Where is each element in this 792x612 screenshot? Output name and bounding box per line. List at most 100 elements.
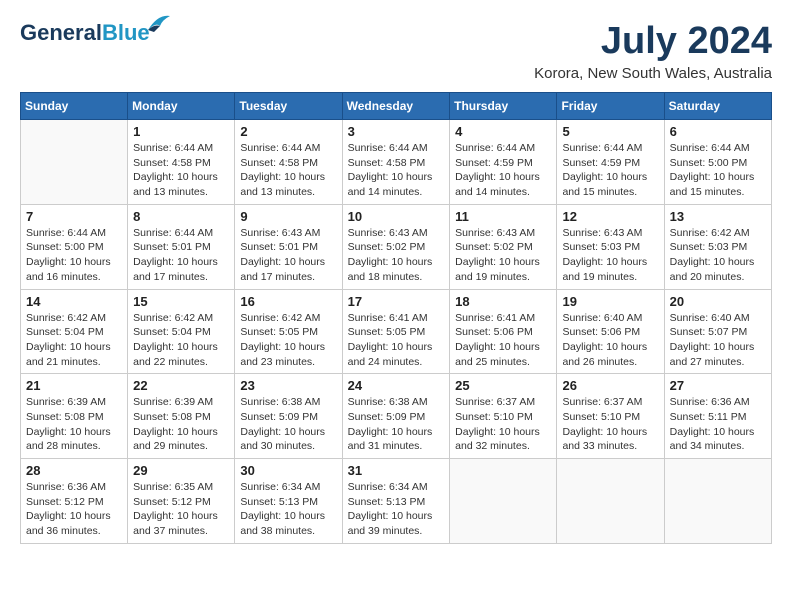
day-number: 19	[562, 294, 658, 309]
day-info: Sunrise: 6:37 AMSunset: 5:10 PMDaylight:…	[455, 395, 551, 454]
calendar-week-row: 1 Sunrise: 6:44 AMSunset: 4:58 PMDaylight…	[21, 120, 772, 205]
weekday-header-tuesday: Tuesday	[235, 93, 342, 120]
calendar-cell: 13 Sunrise: 6:42 AMSunset: 5:03 PMDayligh…	[664, 204, 771, 289]
calendar-table: SundayMondayTuesdayWednesdayThursdayFrid…	[20, 92, 772, 544]
calendar-cell: 9Sunrise: 6:43 AMSunset: 5:01 PMDaylight…	[235, 204, 342, 289]
calendar-cell	[557, 459, 664, 544]
day-info: Sunrise: 6:44 AMSunset: 4:59 PMDaylight:…	[562, 141, 658, 200]
calendar-cell: 15Sunrise: 6:42 AMSunset: 5:04 PMDayligh…	[128, 289, 235, 374]
day-number: 10	[348, 209, 445, 224]
day-info: Sunrise: 6:42 AMSunset: 5:03 PMDaylight:…	[670, 226, 766, 285]
calendar-cell	[450, 459, 557, 544]
day-number: 7	[26, 209, 122, 224]
day-number: 25	[455, 378, 551, 393]
day-number: 28	[26, 463, 122, 478]
day-number: 12	[562, 209, 658, 224]
calendar-cell: 19Sunrise: 6:40 AMSunset: 5:06 PMDayligh…	[557, 289, 664, 374]
calendar-cell: 22Sunrise: 6:39 AMSunset: 5:08 PMDayligh…	[128, 374, 235, 459]
day-info: Sunrise: 6:44 AMSunset: 4:58 PMDaylight:…	[240, 141, 336, 200]
calendar-cell: 18Sunrise: 6:41 AMSunset: 5:06 PMDayligh…	[450, 289, 557, 374]
logo-wing-icon	[144, 12, 172, 34]
day-info: Sunrise: 6:35 AMSunset: 5:12 PMDaylight:…	[133, 480, 229, 539]
day-number: 27	[670, 378, 766, 393]
calendar-cell: 7 Sunrise: 6:44 AMSunset: 5:00 PMDaylight…	[21, 204, 128, 289]
calendar-cell: 31 Sunrise: 6:34 AMSunset: 5:13 PMDayligh…	[342, 459, 450, 544]
day-number: 22	[133, 378, 229, 393]
day-info: Sunrise: 6:34 AMSunset: 5:13 PMDaylight:…	[348, 480, 445, 539]
day-info: Sunrise: 6:42 AMSunset: 5:04 PMDaylight:…	[26, 311, 122, 370]
day-number: 3	[348, 124, 445, 139]
day-info: Sunrise: 6:36 AMSunset: 5:12 PMDaylight:…	[26, 480, 122, 539]
calendar-week-row: 14 Sunrise: 6:42 AMSunset: 5:04 PMDayligh…	[21, 289, 772, 374]
calendar-cell: 14 Sunrise: 6:42 AMSunset: 5:04 PMDayligh…	[21, 289, 128, 374]
day-info: Sunrise: 6:40 AMSunset: 5:07 PMDaylight:…	[670, 311, 766, 370]
day-info: Sunrise: 6:44 AMSunset: 5:00 PMDaylight:…	[670, 141, 766, 200]
day-number: 21	[26, 378, 122, 393]
day-number: 8	[133, 209, 229, 224]
calendar-week-row: 28 Sunrise: 6:36 AMSunset: 5:12 PMDayligh…	[21, 459, 772, 544]
calendar-cell: 23 Sunrise: 6:38 AMSunset: 5:09 PMDayligh…	[235, 374, 342, 459]
day-info: Sunrise: 6:44 AMSunset: 4:59 PMDaylight:…	[455, 141, 551, 200]
day-number: 15	[133, 294, 229, 309]
calendar-cell: 10Sunrise: 6:43 AMSunset: 5:02 PMDayligh…	[342, 204, 450, 289]
calendar-cell: 26 Sunrise: 6:37 AMSunset: 5:10 PMDayligh…	[557, 374, 664, 459]
calendar-cell: 6 Sunrise: 6:44 AMSunset: 5:00 PMDaylight…	[664, 120, 771, 205]
weekday-header-thursday: Thursday	[450, 93, 557, 120]
calendar-week-row: 21 Sunrise: 6:39 AMSunset: 5:08 PMDayligh…	[21, 374, 772, 459]
calendar-cell	[664, 459, 771, 544]
day-info: Sunrise: 6:38 AMSunset: 5:09 PMDaylight:…	[348, 395, 445, 454]
day-number: 5	[562, 124, 658, 139]
day-number: 13	[670, 209, 766, 224]
day-info: Sunrise: 6:41 AMSunset: 5:06 PMDaylight:…	[455, 311, 551, 370]
day-number: 29	[133, 463, 229, 478]
day-info: Sunrise: 6:44 AMSunset: 5:00 PMDaylight:…	[26, 226, 122, 285]
month-title: July 2024	[534, 20, 772, 63]
calendar-cell: 20 Sunrise: 6:40 AMSunset: 5:07 PMDayligh…	[664, 289, 771, 374]
day-info: Sunrise: 6:39 AMSunset: 5:08 PMDaylight:…	[26, 395, 122, 454]
calendar-cell: 3Sunrise: 6:44 AMSunset: 4:58 PMDaylight…	[342, 120, 450, 205]
calendar-cell: 4Sunrise: 6:44 AMSunset: 4:59 PMDaylight…	[450, 120, 557, 205]
day-number: 14	[26, 294, 122, 309]
day-info: Sunrise: 6:43 AMSunset: 5:01 PMDaylight:…	[240, 226, 336, 285]
day-number: 30	[240, 463, 336, 478]
day-number: 6	[670, 124, 766, 139]
calendar-cell: 2 Sunrise: 6:44 AMSunset: 4:58 PMDaylight…	[235, 120, 342, 205]
calendar-week-row: 7 Sunrise: 6:44 AMSunset: 5:00 PMDaylight…	[21, 204, 772, 289]
calendar-cell: 27 Sunrise: 6:36 AMSunset: 5:11 PMDayligh…	[664, 374, 771, 459]
calendar-cell: 12 Sunrise: 6:43 AMSunset: 5:03 PMDayligh…	[557, 204, 664, 289]
day-info: Sunrise: 6:44 AMSunset: 5:01 PMDaylight:…	[133, 226, 229, 285]
day-number: 2	[240, 124, 336, 139]
day-info: Sunrise: 6:42 AMSunset: 5:05 PMDaylight:…	[240, 311, 336, 370]
day-number: 16	[240, 294, 336, 309]
day-info: Sunrise: 6:38 AMSunset: 5:09 PMDaylight:…	[240, 395, 336, 454]
calendar-cell: 11Sunrise: 6:43 AMSunset: 5:02 PMDayligh…	[450, 204, 557, 289]
calendar-cell	[21, 120, 128, 205]
logo-general: General	[20, 20, 102, 45]
calendar-cell: 5 Sunrise: 6:44 AMSunset: 4:59 PMDaylight…	[557, 120, 664, 205]
day-number: 17	[348, 294, 445, 309]
calendar-cell: 28 Sunrise: 6:36 AMSunset: 5:12 PMDayligh…	[21, 459, 128, 544]
day-number: 1	[133, 124, 229, 139]
day-number: 26	[562, 378, 658, 393]
day-number: 23	[240, 378, 336, 393]
weekday-header-sunday: Sunday	[21, 93, 128, 120]
calendar-cell: 17 Sunrise: 6:41 AMSunset: 5:05 PMDayligh…	[342, 289, 450, 374]
calendar-cell: 1Sunrise: 6:44 AMSunset: 4:58 PMDaylight…	[128, 120, 235, 205]
day-info: Sunrise: 6:34 AMSunset: 5:13 PMDaylight:…	[240, 480, 336, 539]
day-info: Sunrise: 6:36 AMSunset: 5:11 PMDaylight:…	[670, 395, 766, 454]
location-subtitle: Korora, New South Wales, Australia	[534, 65, 772, 82]
weekday-header-monday: Monday	[128, 93, 235, 120]
weekday-header-wednesday: Wednesday	[342, 93, 450, 120]
day-info: Sunrise: 6:41 AMSunset: 5:05 PMDaylight:…	[348, 311, 445, 370]
calendar-cell: 30 Sunrise: 6:34 AMSunset: 5:13 PMDayligh…	[235, 459, 342, 544]
calendar-cell: 25 Sunrise: 6:37 AMSunset: 5:10 PMDayligh…	[450, 374, 557, 459]
calendar-cell: 16 Sunrise: 6:42 AMSunset: 5:05 PMDayligh…	[235, 289, 342, 374]
day-info: Sunrise: 6:43 AMSunset: 5:02 PMDaylight:…	[455, 226, 551, 285]
day-number: 31	[348, 463, 445, 478]
day-info: Sunrise: 6:37 AMSunset: 5:10 PMDaylight:…	[562, 395, 658, 454]
calendar-cell: 21 Sunrise: 6:39 AMSunset: 5:08 PMDayligh…	[21, 374, 128, 459]
calendar-cell: 24Sunrise: 6:38 AMSunset: 5:09 PMDayligh…	[342, 374, 450, 459]
day-number: 20	[670, 294, 766, 309]
day-info: Sunrise: 6:43 AMSunset: 5:03 PMDaylight:…	[562, 226, 658, 285]
weekday-header-friday: Friday	[557, 93, 664, 120]
